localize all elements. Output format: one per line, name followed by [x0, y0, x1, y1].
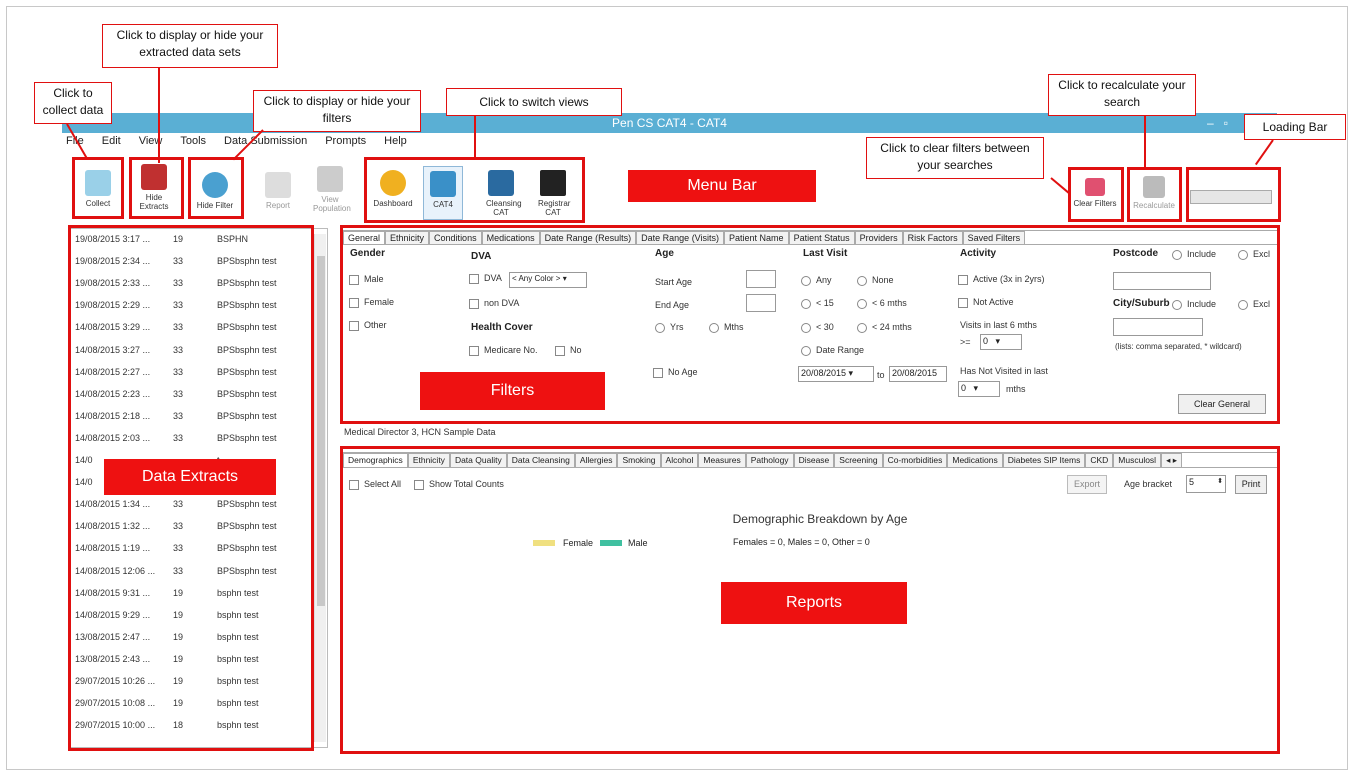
- annotation-extracts-box: [129, 157, 184, 219]
- callout-filters: Click to display or hide your filters: [253, 90, 421, 132]
- annotation-collect-box: [72, 157, 124, 219]
- report-label: Report: [265, 201, 290, 210]
- annotation-filter-box: [188, 157, 244, 219]
- report-icon: [265, 172, 291, 198]
- report-button[interactable]: Report: [258, 172, 298, 210]
- view-population-label: View Population: [313, 195, 351, 213]
- maximize-icon[interactable]: ▫: [1224, 116, 1228, 130]
- menu-edit[interactable]: Edit: [102, 135, 121, 153]
- annotation-views-box: [364, 157, 585, 223]
- callout-extracts: Click to display or hide your extracted …: [102, 24, 278, 68]
- data-source-line: Medical Director 3, HCN Sample Data: [344, 427, 496, 437]
- arrow-recalc: [1144, 116, 1146, 168]
- filters-label: Filters: [420, 372, 605, 410]
- arrow-views: [474, 116, 476, 158]
- annotation-loading-box: [1186, 167, 1281, 222]
- data-extracts-label: Data Extracts: [104, 459, 276, 495]
- window-title-bar: Pen CS CAT4 - CAT4: [62, 113, 1277, 133]
- callout-collect: Click to collect data: [34, 82, 112, 124]
- arrow-extracts: [158, 68, 160, 163]
- extracts-scrollbar[interactable]: [314, 234, 326, 742]
- annotation-recalc-box: [1127, 167, 1182, 222]
- menu-bar: File Edit View Tools Data Submission Pro…: [62, 135, 407, 153]
- callout-views: Click to switch views: [446, 88, 622, 116]
- reports-label: Reports: [721, 582, 907, 624]
- callout-loading: Loading Bar: [1244, 114, 1346, 140]
- callout-clear: Click to clear filters between your sear…: [866, 137, 1044, 179]
- callout-recalculate: Click to recalculate your search: [1048, 74, 1196, 116]
- menu-tools[interactable]: Tools: [180, 135, 206, 153]
- annotation-clear-box: [1068, 167, 1124, 222]
- menu-data-submission[interactable]: Data Submission: [224, 135, 307, 153]
- menu-bar-label: Menu Bar: [628, 170, 816, 202]
- window-controls: – ▫: [1207, 113, 1247, 133]
- menu-help[interactable]: Help: [384, 135, 407, 153]
- australia-map-icon: [317, 166, 343, 192]
- view-population-button[interactable]: View Population: [306, 166, 354, 213]
- scrollbar-thumb[interactable]: [317, 256, 325, 606]
- minimize-icon[interactable]: –: [1207, 116, 1214, 130]
- menu-prompts[interactable]: Prompts: [325, 135, 366, 153]
- window-title: Pen CS CAT4 - CAT4: [612, 116, 727, 130]
